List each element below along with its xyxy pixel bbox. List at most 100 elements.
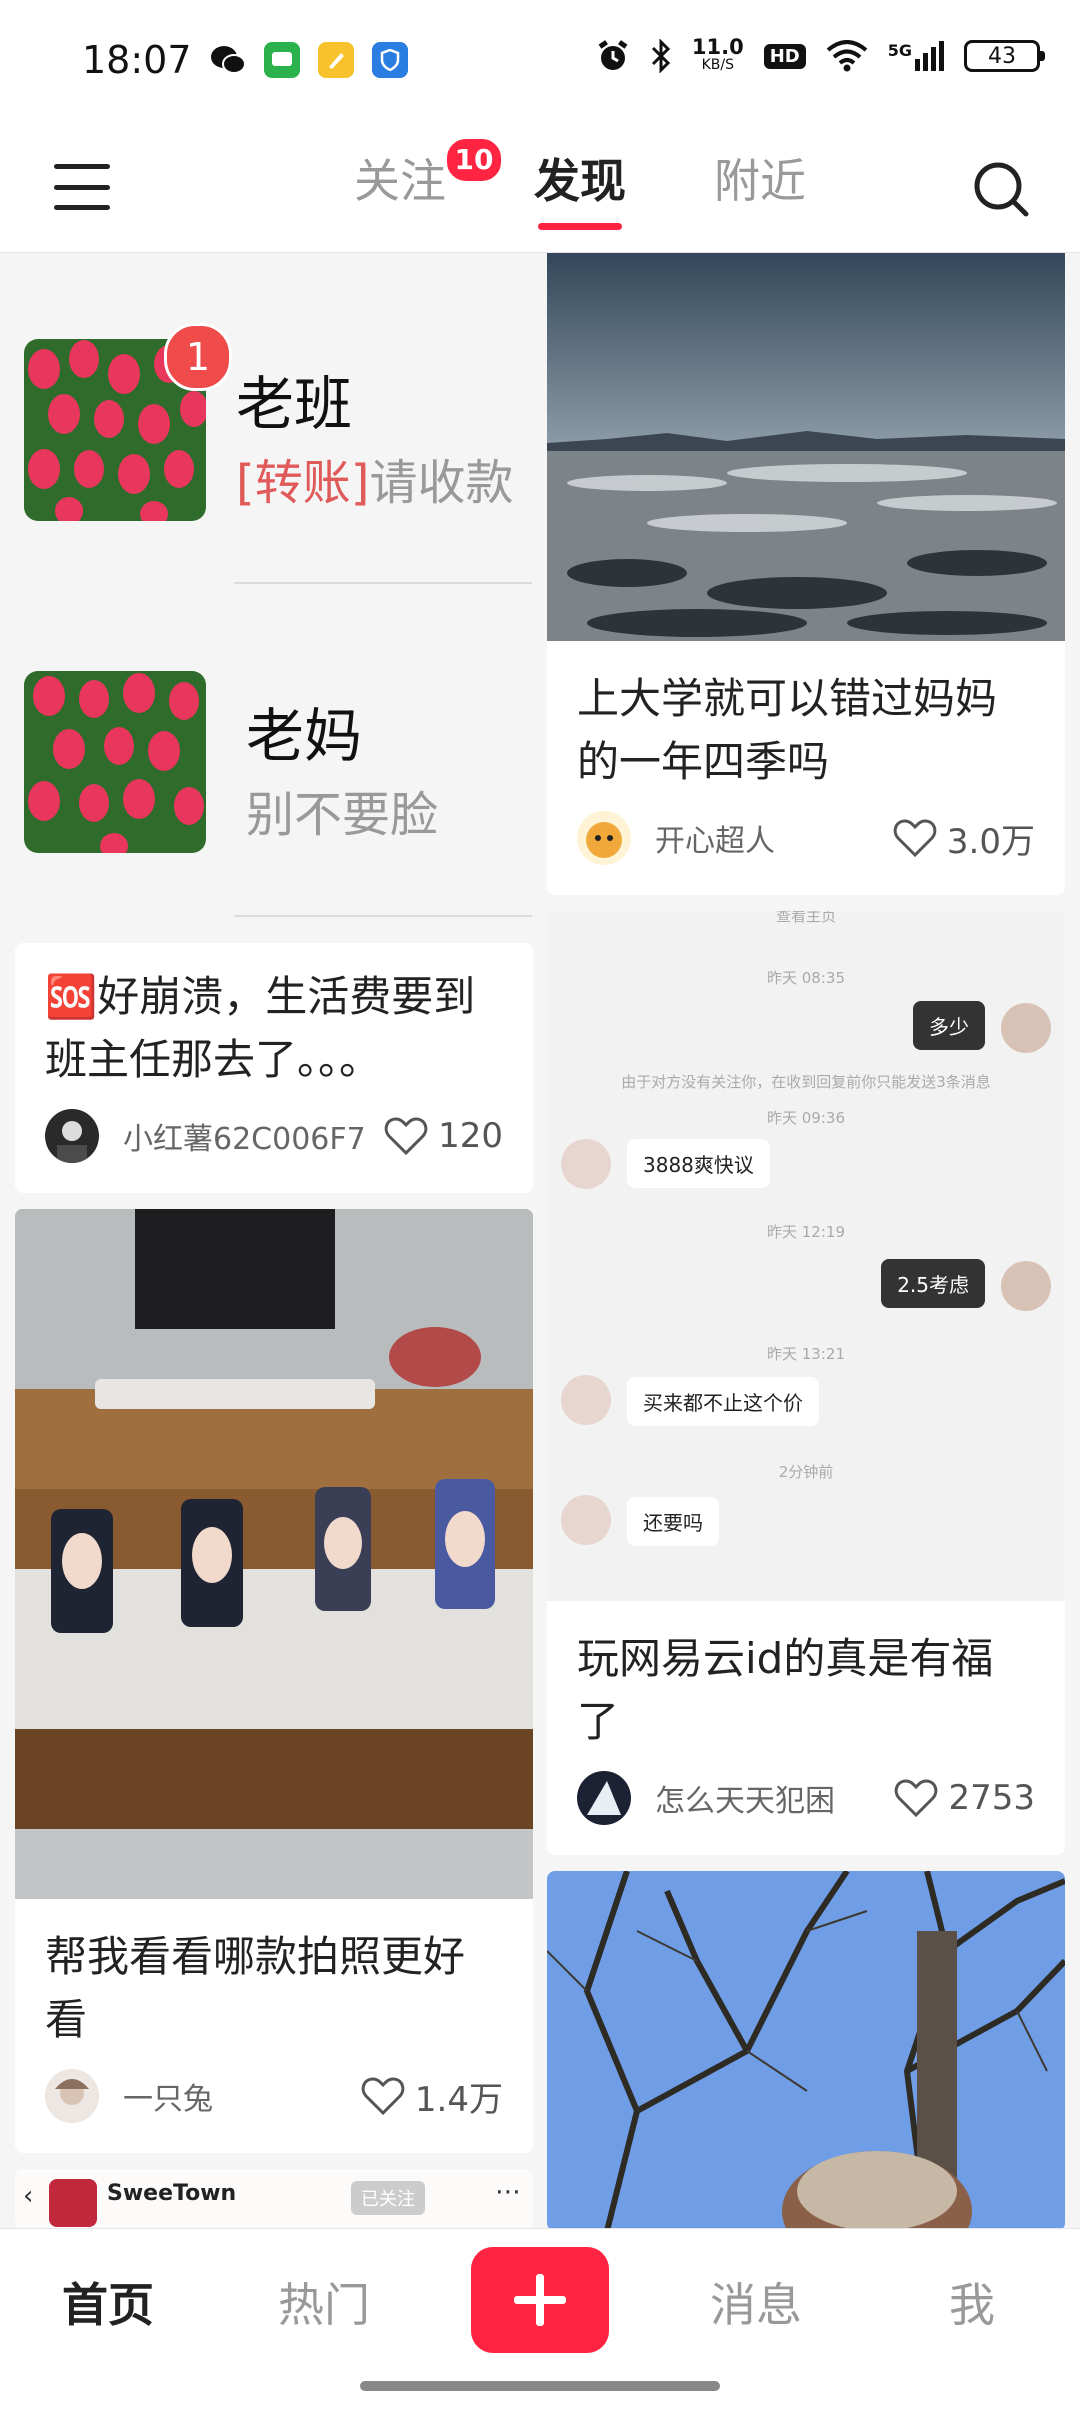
chat-time: 昨天 12:19 — [767, 1223, 845, 1241]
menu-icon[interactable] — [54, 164, 110, 210]
active-tab-indicator — [538, 223, 622, 230]
note-title: 🆘好崩溃，生活费要到班主任那去了。。。 — [45, 972, 476, 1084]
heart-icon — [361, 2077, 405, 2116]
note-card[interactable]: 🆘好崩溃，生活费要到班主任那去了。。。 小红薯62C006F7 120 — [15, 943, 533, 1193]
feed-tabs: 关注 10 发现 附近 — [310, 136, 850, 230]
like-count: 1.4万 — [414, 2079, 503, 2120]
heart-icon — [384, 1117, 428, 1156]
tab-label: 关注 — [354, 154, 446, 208]
chat-avatar — [561, 1495, 611, 1545]
top-nav: 关注 10 发现 附近 — [0, 124, 1080, 253]
note-card-partial[interactable]: ‹ SweeTown 已关注 ⋯ — [15, 2169, 533, 2228]
battery-icon: 43 — [964, 40, 1045, 72]
battery-level: 43 — [988, 43, 1016, 69]
note-meta: 一只兔 1.4万 — [15, 2051, 533, 2153]
cell-signal-icon: 5G — [888, 41, 944, 71]
network-speed: 11.0 KB/S — [691, 35, 744, 74]
note-card[interactable]: 查看主页 昨天 08:35 多少 由于对方没有关注你，在收到回复前你只能发送3条… — [547, 911, 1065, 1855]
shield-app-icon — [372, 42, 408, 78]
chat-avatar — [561, 1139, 611, 1189]
conversation-preview: [转账]请收款 — [236, 443, 513, 513]
nav-hot[interactable]: 热门 — [244, 2269, 404, 2335]
note-meta: 小红薯62C006F7 120 — [15, 1091, 533, 1193]
publish-button[interactable] — [471, 2247, 609, 2353]
alarm-icon — [598, 40, 628, 70]
nav-me[interactable]: 我 — [892, 2269, 1052, 2335]
chat-bubble: 买来都不止这个价 — [627, 1377, 819, 1426]
chat-time: 昨天 09:36 — [767, 1109, 845, 1127]
nav-home[interactable]: 首页 — [28, 2269, 188, 2335]
like-button[interactable]: 2753 — [894, 1778, 1035, 1818]
note-card[interactable]: 上大学就可以错过妈妈的一年四季吗 开心超人 3.0万 — [547, 253, 1065, 895]
home-indicator[interactable] — [360, 2381, 720, 2391]
author-avatar[interactable] — [45, 2069, 99, 2123]
app-logo — [49, 2179, 97, 2227]
conversation-name: 老妈 — [246, 702, 363, 770]
author-name[interactable]: 开心超人 — [655, 816, 893, 860]
nav-messages[interactable]: 消息 — [676, 2269, 836, 2335]
status-bar: 18:07 11.0 KB/S HD 5G 43 — [0, 0, 1080, 124]
conversation-item[interactable]: 老妈 别不要脸 — [24, 671, 534, 871]
net-speed-value: 11.0 — [691, 35, 744, 59]
note-meta: 怎么天天犯困 2753 — [547, 1753, 1065, 1855]
conversation-name: 老班 — [236, 370, 353, 438]
status-right: 11.0 KB/S HD 5G 43 — [596, 35, 1045, 74]
app-name: SweeTown — [107, 2181, 237, 2206]
divider — [234, 582, 532, 584]
avatar — [24, 671, 206, 853]
wifi-icon — [826, 40, 868, 72]
note-cover-image — [547, 253, 1065, 641]
chat-avatar — [1001, 1003, 1051, 1053]
conversation-preview: 别不要脸 — [246, 787, 439, 843]
author-name[interactable]: 小红薯62C006F7 — [123, 1114, 384, 1158]
author-name[interactable]: 怎么天天犯困 — [655, 1776, 894, 1820]
back-icon: ‹ — [23, 2181, 34, 2211]
hd-badge: HD — [763, 43, 806, 69]
conversation-item[interactable]: 1 老班 [转账]请收款 — [24, 323, 534, 539]
chat-avatar — [1001, 1261, 1051, 1311]
notes-app-icon — [318, 42, 354, 78]
chat-bubble: 2.5考虑 — [881, 1259, 985, 1308]
notification-icons — [210, 42, 408, 78]
note-card[interactable] — [547, 1871, 1065, 2228]
like-button[interactable]: 1.4万 — [361, 2072, 503, 2121]
chat-bubble: 3888爽快议 — [627, 1139, 770, 1188]
author-avatar[interactable] — [577, 811, 631, 865]
tab-label: 附近 — [714, 154, 806, 208]
tab-discover[interactable]: 发现 — [490, 150, 670, 230]
chat-time: 2分钟前 — [778, 1463, 834, 1481]
chat-bubble: 多少 — [913, 1001, 985, 1050]
feed-column-right: 上大学就可以错过妈妈的一年四季吗 开心超人 3.0万 查看主页 昨天 08:35… — [547, 253, 1065, 2228]
like-button[interactable]: 120 — [384, 1116, 503, 1156]
chat-time: 昨天 13:21 — [767, 1345, 845, 1363]
net-speed-unit: KB/S — [701, 57, 734, 73]
bottom-nav: 首页 热门 消息 我 — [0, 2228, 1080, 2413]
feed-column-left: 🆘好崩溃，生活费要到班主任那去了。。。 小红薯62C006F7 120 帮我看看… — [15, 943, 533, 2228]
discover-feed: 1 老班 [转账]请收款 老妈 别不要脸 🆘好崩溃，生活费要到班主任那去了。。。… — [0, 253, 1080, 2228]
search-icon[interactable] — [972, 160, 1030, 218]
note-card[interactable]: 帮我看看哪款拍照更好看 一只兔 1.4万 — [15, 1209, 533, 2153]
note-title: 上大学就可以错过妈妈的一年四季吗 — [577, 674, 998, 786]
author-avatar[interactable] — [577, 1771, 631, 1825]
heart-icon — [895, 1779, 938, 1818]
note-cover-image — [15, 1209, 533, 1899]
messages-app-icon — [264, 42, 300, 78]
author-name[interactable]: 一只兔 — [123, 2074, 361, 2118]
chat-time: 昨天 08:35 — [767, 969, 845, 987]
heart-icon — [893, 819, 937, 858]
chat-notice: 由于对方没有关注你，在收到回复前你只能发送3条消息 — [621, 1073, 991, 1091]
preview-text: 请收款 — [369, 455, 514, 511]
like-button[interactable]: 3.0万 — [893, 814, 1035, 863]
tab-nearby[interactable]: 附近 — [670, 150, 850, 230]
note-cover-image — [547, 1871, 1065, 2228]
author-avatar[interactable] — [45, 1109, 99, 1163]
chat-overlay: 1 老班 [转账]请收款 老妈 别不要脸 — [0, 253, 540, 923]
note-title: 帮我看看哪款拍照更好看 — [45, 1932, 466, 2044]
chat-bubble: 还要吗 — [627, 1497, 719, 1546]
note-meta: 开心超人 3.0万 — [547, 793, 1065, 895]
tab-following[interactable]: 关注 10 — [310, 136, 504, 230]
plus-icon — [514, 2274, 566, 2326]
note-cover-image: 查看主页 昨天 08:35 多少 由于对方没有关注你，在收到回复前你只能发送3条… — [547, 911, 1065, 1601]
note-title: 玩网易云id的真是有福了 — [577, 1634, 994, 1746]
unread-badge: 1 — [164, 323, 232, 391]
